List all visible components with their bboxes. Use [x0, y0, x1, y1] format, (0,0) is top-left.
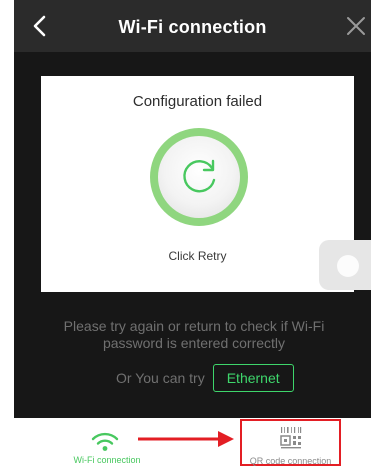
retry-button-face	[158, 136, 240, 218]
ethernet-button[interactable]: Ethernet	[212, 364, 294, 392]
status-title: Configuration failed	[132, 93, 263, 110]
red-arrow-annotation	[138, 431, 234, 447]
retry-button[interactable]	[150, 128, 248, 226]
floating-handle[interactable]	[319, 240, 371, 290]
status-card: Configuration failed Click Retry	[41, 76, 354, 292]
retry-label: Click Retry	[168, 249, 227, 263]
header-bar: Wi-Fi connection	[14, 0, 371, 52]
alternative-prefix: Or You can try	[116, 370, 205, 386]
refresh-icon	[183, 159, 216, 193]
wifi-icon	[91, 432, 119, 451]
close-icon[interactable]	[343, 13, 369, 39]
floating-handle-dot	[337, 255, 359, 277]
tab-wifi-label: Wi-Fi connection	[73, 455, 141, 465]
qr-code-icon	[280, 427, 302, 449]
app-screen: Wi-Fi connection Configuration failed Cl…	[14, 0, 371, 418]
error-message: Please try again or return to check if W…	[63, 318, 325, 351]
alternative-row: Or You can try Ethernet	[116, 364, 294, 392]
page-title: Wi-Fi connection	[118, 17, 267, 37]
tab-qr-code-connection[interactable]: QR code connection	[240, 419, 341, 466]
tab-qr-label: QR code connection	[249, 456, 332, 466]
